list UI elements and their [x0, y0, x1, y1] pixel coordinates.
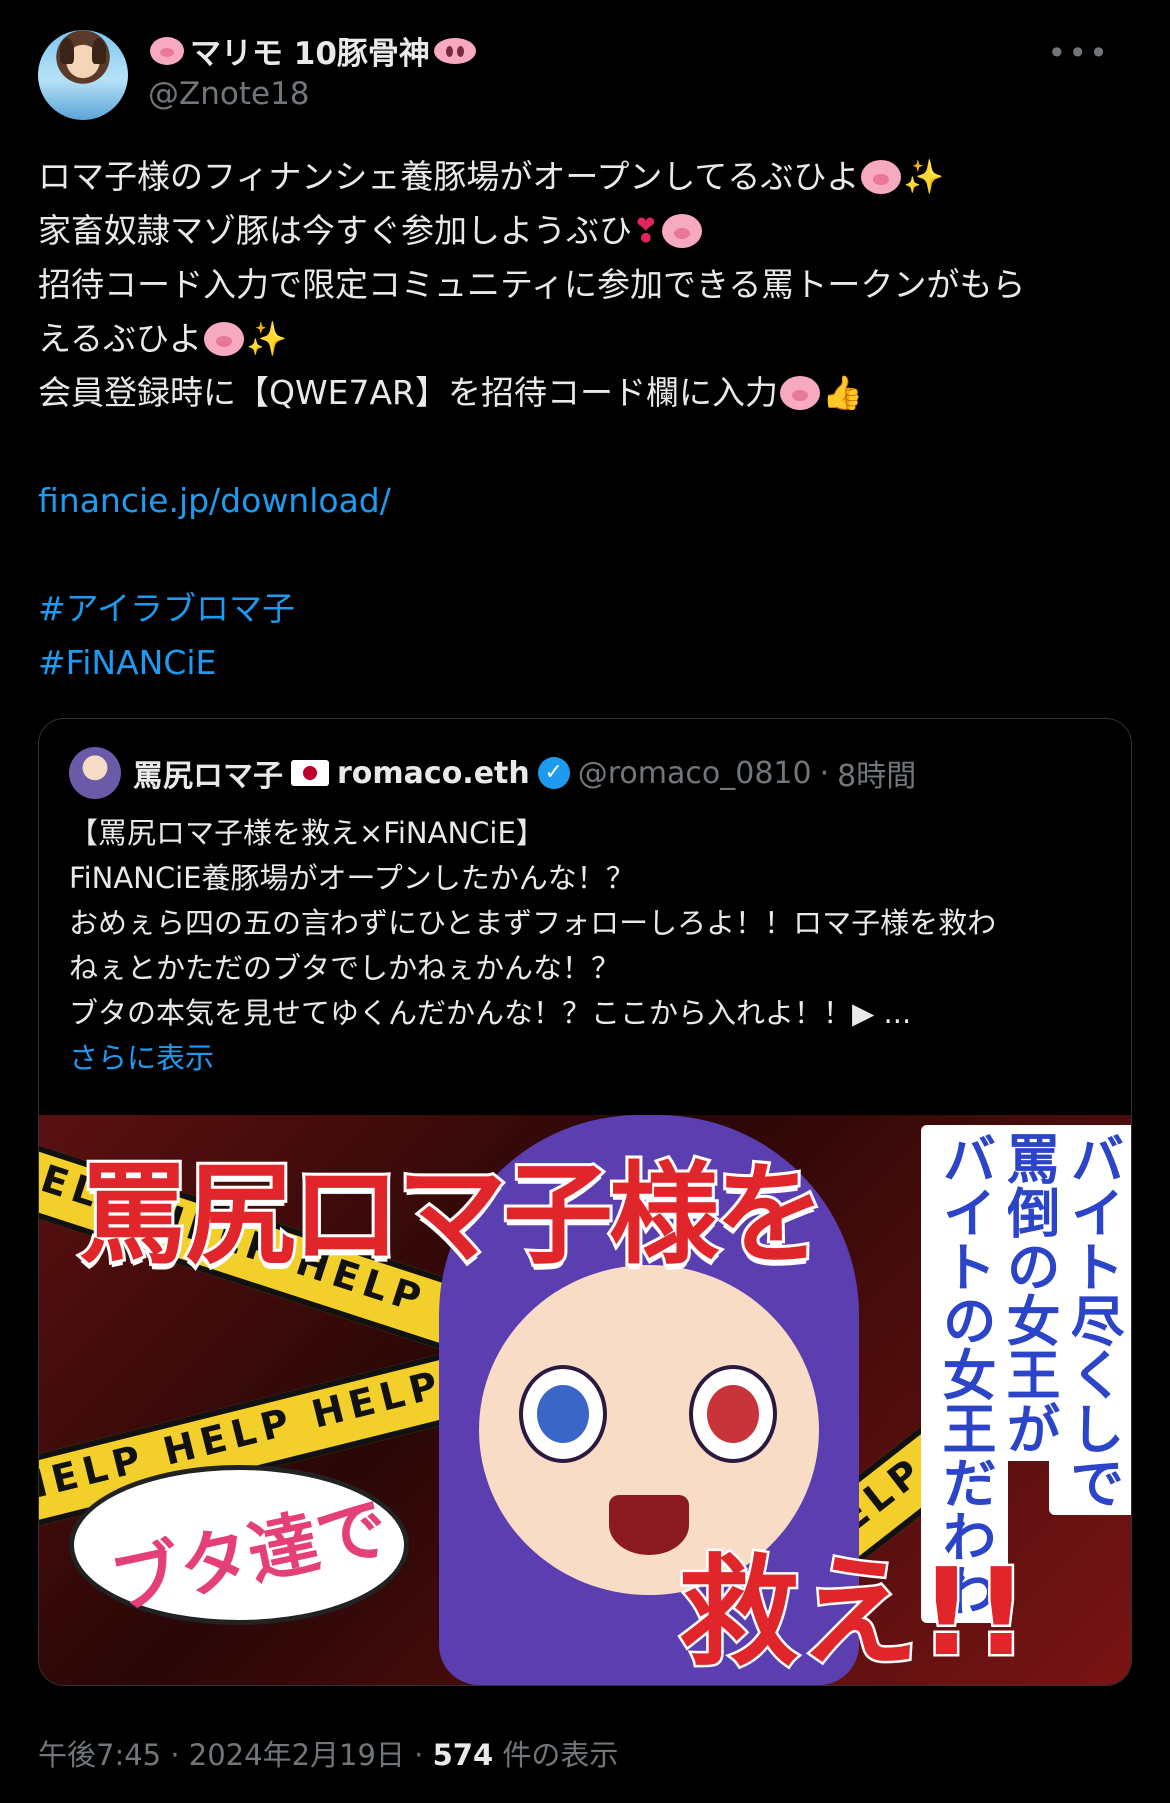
author-handle[interactable]: @Znote18 [148, 76, 310, 112]
download-link[interactable]: financie.jp/download/ [38, 481, 391, 520]
pig-face-icon [661, 214, 702, 248]
thumbs-up-icon: 👍 [821, 373, 864, 412]
separator-dot: · [819, 755, 830, 791]
post-time[interactable]: 午後7:45 [38, 1738, 161, 1772]
quote-line: ブタの本気を見せてゆくんだかんな！？ここから入れよ！！▶ ... [69, 996, 912, 1030]
character-eye [519, 1365, 607, 1463]
quote-author-avatar[interactable] [69, 747, 121, 799]
quote-line: 【罵尻ロマ子様を救え×FiNANCiE】 [69, 816, 545, 850]
avatar-ear [92, 38, 106, 64]
pig-face-icon [150, 36, 184, 65]
pig-face-icon [204, 322, 245, 356]
quote-media-image[interactable]: HELP HELP HELP HELP HELP HELP HELP HELP … [39, 1115, 1131, 1685]
image-title-text: 罵尻ロマ子様を [76, 1148, 828, 1282]
quote-author-name-2: romaco.eth [337, 755, 530, 791]
hashtag-link[interactable]: #FiNANCiE [38, 643, 216, 682]
separator-dot: · [170, 1738, 180, 1772]
view-count: 574 [432, 1738, 494, 1772]
verified-badge-icon: ✓ [537, 757, 570, 789]
pig-nose-icon [433, 37, 476, 64]
bubble-text: ブタ達で [103, 1486, 395, 1626]
post-line: えるぶひよ ✨ [38, 319, 288, 358]
sparkles-icon: ✨ [246, 319, 288, 358]
author-name-row[interactable]: マリモ 10豚骨神 [148, 28, 476, 73]
author-display-name: マリモ 10豚骨神 [190, 36, 430, 72]
image-save-text: 救え!! [676, 1542, 1030, 1686]
separator-dot: · [414, 1738, 424, 1772]
character-mouth [609, 1495, 689, 1555]
post-line: 家畜奴隷マゾ豚は今すぐ参加しようぶひ❣ [38, 204, 1138, 258]
quoted-post[interactable]: 罵尻ロマ子 romaco.eth ✓ @romaco_0810 · 8時間 【罵… [38, 718, 1132, 1686]
post-footer: 午後7:45 · 2024年2月19日 · 574 件の表示 [38, 1732, 618, 1774]
character-eye [689, 1365, 777, 1463]
more-horizontal-icon[interactable]: ••• [1047, 34, 1110, 72]
quote-line: おめぇら四の五の言わずにひとまずフォローしろよ！！ロマ子様を救わ [69, 906, 997, 940]
pig-face-icon [779, 376, 820, 410]
pig-face-icon [861, 160, 902, 194]
post-line: ロマ子様のフィナンシェ養豚場がオープンしてるぶひよ ✨ [38, 157, 945, 196]
quote-author-handle: @romaco_0810 [577, 755, 812, 791]
quote-body: 【罵尻ロマ子様を救え×FiNANCiE】 FiNANCiE養豚場がオープンしたか… [69, 811, 1109, 1081]
speech-bubble: ブタ達で [69, 1465, 409, 1625]
sparkles-icon: ✨ [903, 157, 945, 196]
quote-line: ねぇとかただのブタでしかねぇかんな！？ [69, 951, 621, 985]
show-more-link[interactable]: さらに表示 [69, 1036, 1109, 1081]
japan-flag-icon [291, 760, 329, 786]
author-avatar[interactable] [38, 30, 128, 120]
avatar-ear [60, 38, 74, 64]
post-body: ロマ子様のフィナンシェ養豚場がオープンしてるぶひよ ✨ 家畜奴隷マゾ豚は今すぐ参加… [38, 150, 1138, 690]
quote-header: 罵尻ロマ子 romaco.eth ✓ @romaco_0810 · 8時間 [133, 747, 916, 799]
post-line: 招待コード入力で限定コミュニティに参加できる罵トークンがもら [38, 265, 1026, 304]
heart-exclamation-icon: ❣ [632, 211, 660, 250]
post-date[interactable]: 2024年2月19日 [189, 1738, 405, 1772]
hashtag-link[interactable]: #アイラブロマ子 [38, 589, 295, 628]
quote-line: FiNANCiE養豚場がオープンしたかんな！？ [69, 861, 635, 895]
post-line: 会員登録時に【QWE7AR】を招待コード欄に入力 👍 [38, 373, 864, 412]
quote-author-name-1: 罵尻ロマ子 [133, 759, 283, 794]
quote-timestamp: 8時間 [837, 759, 917, 794]
view-label: 件の表示 [502, 1738, 619, 1772]
